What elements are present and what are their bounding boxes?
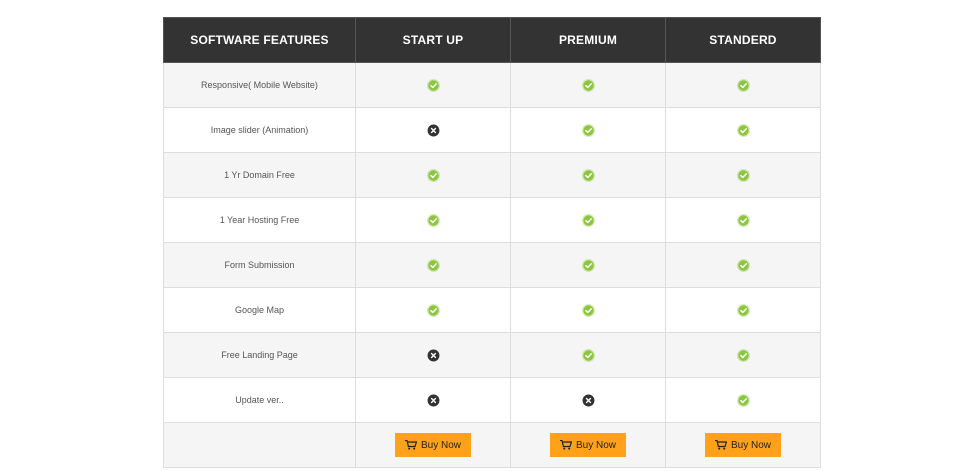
pricing-comparison-table: SOFTWARE FEATURES START UP PREMIUM STAND…	[163, 17, 821, 468]
cart-icon	[559, 440, 572, 450]
feature-row: Form Submission	[163, 242, 821, 288]
buy-row-label-cell	[163, 422, 356, 468]
buy-cell: Buy Now	[510, 422, 666, 468]
feature-cell	[355, 377, 511, 423]
buy-now-button-premium[interactable]: Buy Now	[549, 433, 626, 457]
feature-cell	[510, 152, 666, 198]
check-icon	[426, 168, 440, 182]
feature-cell	[355, 197, 511, 243]
buy-now-button-startup[interactable]: Buy Now	[394, 433, 471, 457]
feature-cell	[665, 377, 821, 423]
check-icon	[581, 348, 595, 362]
check-icon	[581, 168, 595, 182]
check-icon	[581, 123, 595, 137]
check-icon	[426, 78, 440, 92]
check-icon	[581, 78, 595, 92]
check-icon	[736, 258, 750, 272]
cross-icon	[427, 349, 440, 361]
cart-icon	[404, 440, 417, 450]
feature-cell	[665, 242, 821, 288]
check-icon	[736, 123, 750, 137]
check-icon	[736, 213, 750, 227]
check-icon	[426, 213, 440, 227]
plan-header-standerd: STANDERD	[665, 17, 821, 63]
feature-cell	[510, 197, 666, 243]
feature-cell	[355, 242, 511, 288]
feature-name: 1 Year Hosting Free	[163, 197, 356, 243]
feature-row: 1 Yr Domain Free	[163, 152, 821, 198]
buy-now-button-standerd[interactable]: Buy Now	[704, 433, 781, 457]
check-icon	[736, 303, 750, 317]
feature-name: Free Landing Page	[163, 332, 356, 378]
feature-cell	[510, 377, 666, 423]
plan-header-premium: PREMIUM	[510, 17, 666, 63]
feature-cell	[355, 332, 511, 378]
cross-icon	[427, 124, 440, 136]
feature-row: Free Landing Page	[163, 332, 821, 378]
feature-row: Google Map	[163, 287, 821, 333]
feature-cell	[510, 242, 666, 288]
feature-cell	[665, 332, 821, 378]
feature-cell	[665, 287, 821, 333]
feature-name: 1 Yr Domain Free	[163, 152, 356, 198]
feature-name: Image slider (Animation)	[163, 107, 356, 153]
feature-cell	[665, 197, 821, 243]
buy-row: Buy Now Buy Now Buy Now	[163, 422, 821, 468]
header-row: SOFTWARE FEATURES START UP PREMIUM STAND…	[163, 17, 821, 63]
feature-name: Form Submission	[163, 242, 356, 288]
feature-cell	[355, 287, 511, 333]
feature-cell	[355, 107, 511, 153]
check-icon	[426, 258, 440, 272]
feature-row: Update ver..	[163, 377, 821, 423]
buy-cell: Buy Now	[355, 422, 511, 468]
buy-now-label: Buy Now	[575, 439, 616, 451]
check-icon	[736, 393, 750, 407]
feature-cell	[665, 107, 821, 153]
feature-cell	[665, 152, 821, 198]
buy-cell: Buy Now	[665, 422, 821, 468]
feature-cell	[665, 62, 821, 108]
cross-icon	[427, 394, 440, 406]
feature-row: Responsive( Mobile Website)	[163, 62, 821, 108]
buy-now-label: Buy Now	[730, 439, 771, 451]
check-icon	[426, 303, 440, 317]
cart-icon	[714, 440, 727, 450]
feature-cell	[355, 152, 511, 198]
feature-cell	[510, 62, 666, 108]
buy-now-label: Buy Now	[420, 439, 461, 451]
feature-row: Image slider (Animation)	[163, 107, 821, 153]
feature-column-header: SOFTWARE FEATURES	[163, 17, 356, 63]
feature-cell	[510, 332, 666, 378]
check-icon	[581, 303, 595, 317]
check-icon	[736, 168, 750, 182]
check-icon	[581, 258, 595, 272]
feature-name: Google Map	[163, 287, 356, 333]
check-icon	[736, 78, 750, 92]
check-icon	[581, 213, 595, 227]
cross-icon	[582, 394, 595, 406]
feature-cell	[510, 107, 666, 153]
feature-name: Update ver..	[163, 377, 356, 423]
feature-name: Responsive( Mobile Website)	[163, 62, 356, 108]
feature-cell	[355, 62, 511, 108]
feature-row: 1 Year Hosting Free	[163, 197, 821, 243]
check-icon	[736, 348, 750, 362]
feature-cell	[510, 287, 666, 333]
plan-header-startup: START UP	[355, 17, 511, 63]
